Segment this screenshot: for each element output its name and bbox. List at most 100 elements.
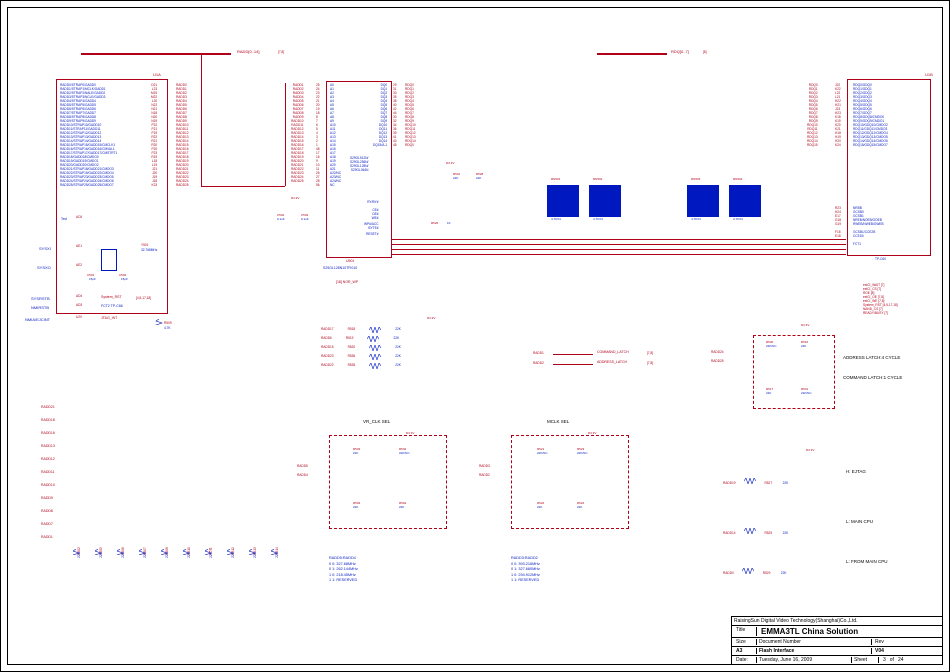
- sysrstb-lbl: SYSRSTB: [31, 296, 50, 301]
- r509-val: 4.7K: [164, 326, 171, 330]
- u1b-ctrl-pinno: R23H24E17G18G19 F18E18: [835, 206, 841, 238]
- title-block: RaisingSun Digital Video Technology(Shan…: [731, 616, 943, 665]
- sysrstb-sig: System_RST: [101, 295, 122, 299]
- u501-left-pins: A0A1A2A3A4A5A6A7A8A9A10A11A12A13A14A15A1…: [330, 83, 341, 187]
- c502-val: 15pF: [121, 277, 128, 281]
- date-lbl: Date:: [734, 657, 757, 663]
- sysrstb-pin: AD4: [76, 294, 82, 298]
- r526-ref: R526: [431, 221, 438, 225]
- vrclk-box: [329, 435, 447, 529]
- rn504-ref: RN504: [733, 177, 742, 181]
- bus-radd: [81, 53, 231, 55]
- u1a-test: Test: [61, 217, 67, 221]
- docnum-lbl: Document Number: [757, 639, 872, 645]
- u1b-nets: extCI_WAIT [7]extCI_CS [7]ROE [8]extCI_O…: [863, 283, 898, 315]
- r532-val: 22K/NC: [399, 451, 410, 455]
- mclk-rail: D3.3V: [588, 431, 596, 435]
- addr-note-a: ADDRESS LATCH:4 CYCLE: [843, 355, 900, 360]
- wire: [201, 186, 285, 187]
- u1a-test-pin: AC6: [76, 215, 82, 219]
- y501-val: 32.768MHz: [141, 248, 157, 252]
- sheet-a: 3: [879, 657, 890, 663]
- nmirstrb-lbl: NMIRSTB: [31, 305, 49, 310]
- pull-rail: D3.3V: [446, 161, 454, 165]
- u1b-ref: U1B: [925, 72, 933, 77]
- rstrap-note3: L: FROM MAIN CPU: [846, 559, 888, 564]
- u1b-pinno: J22K22L22L21H22H21J23H23K18K19K20K21H18H…: [835, 83, 841, 147]
- c501-val: 15pF: [89, 277, 96, 281]
- vrclk-radd5: RADD5: [297, 464, 308, 468]
- u501-ctrl: RY/BY# CE#OE#WE# WP#/ACCBYTE# RESET#: [364, 196, 379, 236]
- r524-val: 22K: [577, 505, 582, 509]
- u1a-ref: U1A: [153, 72, 161, 77]
- bus-rdq-ref: [8]: [703, 50, 707, 54]
- company: RaisingSun Digital Video Technology(Shan…: [734, 618, 858, 624]
- rstrap-rail: D3.3V: [806, 448, 814, 452]
- rn503-icon: [687, 185, 719, 217]
- midres-rail: D3.3V: [427, 316, 435, 320]
- bus-rdq-label: RDQ[0..7]: [671, 49, 689, 54]
- c503-val: 0.1uF: [301, 217, 309, 221]
- rn504-val: 4.7KX4: [733, 217, 743, 221]
- rn503-ref: RN503: [691, 177, 700, 181]
- r522-val: 22K: [537, 505, 542, 509]
- wire: [285, 83, 286, 186]
- cmdlatch-a-net: RADD1: [533, 351, 544, 355]
- rn501-val: 4.7KX4: [551, 217, 561, 221]
- rstrap-note1: H: EJTAG: [846, 469, 866, 474]
- y501-ref: Y501: [141, 243, 148, 247]
- bus-radd-ref: [7,8]: [278, 50, 284, 54]
- u1a-right-nets: RADD0RADD1RADD2RADD3RADD4RADD5RADD6RADD7…: [176, 83, 189, 187]
- wire: [391, 244, 846, 245]
- r533-val: 22K: [353, 451, 358, 455]
- cmdlatch-a-sig: COMMAND_LATCH: [597, 350, 629, 354]
- wire: [553, 354, 593, 355]
- vrclk-title: VR_CLK SEL: [363, 419, 390, 424]
- u501-dq-nets: RDQ0RDQ1RDQ2RDQ3RDQ4RDQ5RDQ6RDQ7RDQ8RDQ9…: [405, 83, 416, 147]
- sysxo-pin: AE2: [76, 263, 82, 267]
- u501-alt: S29GL512N/S29GL256N/S29GL128N/S29GL064N: [350, 156, 368, 172]
- rstrap-row3: RADD0 R529 22K: [723, 561, 786, 579]
- u1a-left-pins: RADD0/STRAP0/GADD0RADD1/STRAP1/MCLK/GADD…: [60, 83, 117, 187]
- u501-left-pinno: 2524232221201918876543214817169101126272…: [316, 83, 320, 187]
- nmirstrb-tp: FCT2 TP-C66: [101, 304, 123, 308]
- rn504-icon: [729, 185, 761, 217]
- ejcint-pin: U20: [76, 315, 82, 319]
- rev-lbl: Rev: [872, 639, 884, 645]
- addr-radd24: RADD24: [711, 350, 724, 354]
- addr-radd25: RADD25: [711, 359, 724, 363]
- wire: [391, 239, 846, 240]
- sysrstb-sig-ref: [4,5,17,18]: [136, 296, 151, 300]
- mid-res-rows: RADD17R51822K RADD6R51922K RADD15R52022K…: [321, 327, 401, 372]
- wire: [391, 249, 846, 250]
- sheet-lbl: Sheet: [852, 657, 879, 663]
- nmirstrb-pin: AD3: [76, 303, 82, 307]
- size: A3: [734, 648, 757, 654]
- vrclk-table: RADD5:RADD4 0 0: 327.68MHz0 1: 262.144MH…: [329, 556, 358, 584]
- bus-radd-label: RADD[0..14]: [237, 49, 259, 54]
- r531-val: 22K/NC: [801, 391, 812, 395]
- u501-right-pinno: 29313335384042443032343639414345: [393, 83, 397, 147]
- rn503-val: 4.7KX4: [691, 217, 701, 221]
- rstrap-row1: RADD19 R527 22K: [723, 471, 788, 489]
- r526-val: 1K: [447, 221, 451, 225]
- vrclk-rail: D3.3V: [406, 431, 414, 435]
- sheet-b: 24: [894, 657, 908, 663]
- c504-val: 0.1uF: [277, 217, 285, 221]
- rev: V04: [872, 648, 884, 654]
- cmdlatch-b-sig: ADDRESS_LATCH: [597, 360, 627, 364]
- mclk-box: [511, 435, 629, 529]
- u501-addr-nets: RADD1RADD2RADD3RADD4RADD5RADD6RADD7RADD8…: [291, 83, 304, 183]
- mclk-radd3: RADD3: [479, 464, 490, 468]
- wire: [391, 254, 846, 255]
- rn501-ref: RN501: [551, 177, 560, 181]
- addr-note-b: COMMAND LATCH:1 CYCLE: [843, 375, 902, 380]
- caps-rail: D3.3V: [291, 196, 299, 200]
- cmdlatch-b-net: RADD2: [533, 361, 544, 365]
- date: Tuesday, June 16, 2009: [757, 657, 852, 663]
- title: EMMA3TL China Solution: [757, 627, 858, 636]
- r501-val: 22K: [453, 176, 458, 180]
- u501-note: [18] NOR_WP: [336, 280, 358, 284]
- sysxo-lbl: SYSXO: [37, 265, 51, 270]
- title-lbl: Title: [734, 627, 757, 636]
